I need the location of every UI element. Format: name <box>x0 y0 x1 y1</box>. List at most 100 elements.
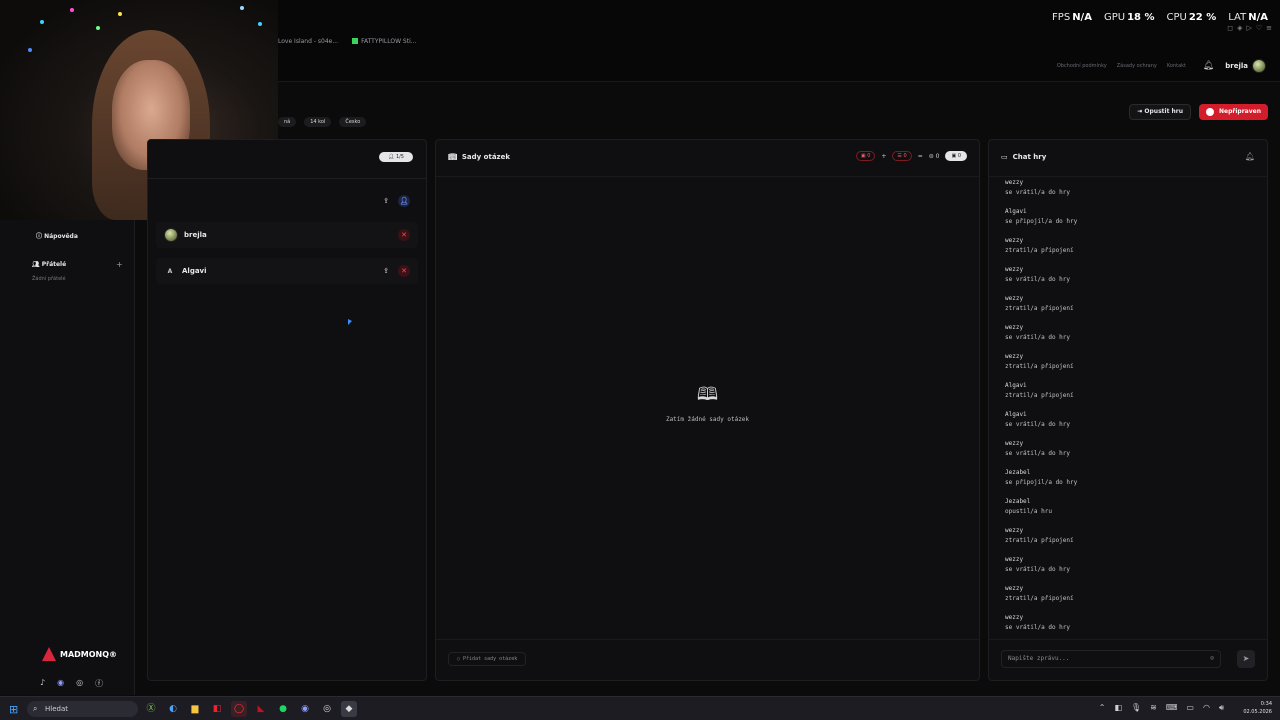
menu-icon[interactable]: ≡ <box>1266 24 1272 32</box>
brand-logo[interactable]: MADMONQ® <box>42 647 117 661</box>
chat-message-author: wezzy <box>1005 556 1024 563</box>
chat-message: Jezabel se připojil/a do hry <box>1005 466 1255 495</box>
chat-message-author: Algavi <box>1005 411 1027 418</box>
browser-tab-1[interactable]: Love Island - s04e... <box>278 38 338 45</box>
chat-message-author: wezzy <box>1005 614 1024 621</box>
stat-pill[interactable]: ▣ 0 <box>945 151 967 161</box>
chat-message-author: wezzy <box>1005 237 1024 244</box>
tiktok-icon[interactable]: ♪ <box>40 678 45 689</box>
clock-time: 0:34 <box>1260 701 1272 707</box>
sidebar-item-help[interactable]: ⓘ Nápověda <box>36 231 78 240</box>
mic-icon[interactable]: 🎙︎ <box>1131 703 1141 713</box>
game-app-icon[interactable]: ◣ <box>253 701 269 717</box>
user-icon[interactable]: 👤︎ <box>398 195 410 207</box>
user-menu[interactable]: brejla <box>1225 59 1266 73</box>
heart-icon[interactable]: ♡ <box>1256 24 1262 32</box>
kick-player-button[interactable]: ✕ <box>398 229 410 241</box>
player-row[interactable]: A Algavi ⇪ ✕ <box>156 258 418 284</box>
discord-icon[interactable]: ◉ <box>57 678 64 689</box>
divider <box>989 639 1267 640</box>
chat-message-input[interactable]: Napište zprávu... ☺ <box>1001 650 1221 668</box>
link-terms[interactable]: Obchodní podmínky <box>1057 63 1107 69</box>
pill-rounds: 14 kol <box>304 117 332 127</box>
system-tray: ⌃ ◧ 🎙︎ ≋ ⌨ ▭ ◠ 🔊︎ <box>1099 703 1224 713</box>
chat-message-text: ztratil/a připojení <box>1005 247 1074 254</box>
pill-region: Česko <box>339 117 367 127</box>
taskbar-clock[interactable]: 0:34 02.05.2026 <box>1243 700 1272 716</box>
player-row[interactable]: brejla ✕ <box>156 222 418 248</box>
emoji-icon[interactable]: ☺ <box>1210 651 1214 667</box>
footer-links: Obchodní podmínky Zásady ochrany Kontakt <box>1057 63 1186 69</box>
taskbar-apps: Ⓧ ◐ ▆ ◧ ◯ ◣ ● ◉ ◎ ◆ <box>143 701 357 717</box>
chat-message: wezzy se vrátil/a do hry <box>1005 437 1255 466</box>
instagram-icon[interactable]: ◎ <box>76 678 83 689</box>
browser-toolbar-icons: ◻ ◈ ▷ ♡ ≡ <box>1227 24 1272 32</box>
steam-icon[interactable]: ◆ <box>341 701 357 717</box>
chat-message-text: ztratil/a připojení <box>1005 595 1074 602</box>
plus-icon: + <box>881 152 887 160</box>
windows-start-icon[interactable]: ⊞ <box>9 703 18 716</box>
file-explorer-icon[interactable]: ▆ <box>187 701 203 717</box>
chat-message-text: se vrátil/a do hry <box>1005 624 1071 631</box>
display-icon[interactable]: ▭ <box>1186 703 1194 713</box>
panel-title: ▭ Chat hry <box>1001 153 1047 161</box>
send-message-button[interactable]: ➤ <box>1237 650 1255 668</box>
media-app-icon[interactable]: ◧ <box>209 701 225 717</box>
play-icon[interactable]: ▷ <box>1246 24 1251 32</box>
spotify-icon[interactable]: ● <box>275 701 291 717</box>
perf-fps: FPS N/A <box>1052 12 1092 23</box>
player-name: brejla <box>184 231 207 239</box>
chevron-up-icon[interactable]: ⌃ <box>1099 703 1106 713</box>
chat-message: Algavi ztratil/a připojení <box>1005 379 1255 408</box>
keyboard-icon[interactable]: ⌨ <box>1166 703 1178 713</box>
extension-icon[interactable]: ◻ <box>1227 24 1233 32</box>
promote-icon[interactable]: ⇪ <box>380 195 392 207</box>
social-links: ♪ ◉ ◎ ⓕ <box>40 678 103 689</box>
network-tray-icon[interactable]: ◧ <box>1114 703 1122 713</box>
panel-title: 📖︎ Sady otázek <box>448 153 511 161</box>
chat-message: Jezabel opustil/a hru <box>1005 495 1255 524</box>
ready-toggle-button[interactable]: Nepřipraven <box>1199 104 1268 120</box>
chat-message-text: ztratil/a připojení <box>1005 363 1074 370</box>
obs-icon[interactable]: ◎ <box>319 701 335 717</box>
add-friend-icon[interactable]: + <box>116 260 123 269</box>
chat-message: wezzy ztratil/a připojení <box>1005 234 1255 263</box>
sidebar: ⓘ Nápověda 👥︎ Přátelé + Žádní přátelé MA… <box>0 220 135 695</box>
empty-state: 🕮 Zatím žádné sady otázek <box>436 382 979 423</box>
messenger-icon[interactable]: ◉ <box>297 701 313 717</box>
leave-game-button[interactable]: ⇥ Opustit hru <box>1129 104 1192 120</box>
opera-gx-icon[interactable]: ◯ <box>231 701 247 717</box>
chat-message-author: wezzy <box>1005 527 1024 534</box>
wifi-icon[interactable]: ≋ <box>1150 703 1157 713</box>
kick-player-button[interactable]: ✕ <box>398 265 410 277</box>
link-contact[interactable]: Kontakt <box>1167 63 1186 69</box>
browser-tab-2[interactable]: FATTYPILLOW Sti... <box>352 38 416 45</box>
clock-date: 02.05.2026 <box>1243 709 1272 715</box>
chat-notifications-icon[interactable]: 🔔︎ <box>1245 152 1255 161</box>
notifications-bell-icon[interactable]: 🔔︎ <box>1203 61 1214 71</box>
chat-message-author: wezzy <box>1005 324 1024 331</box>
chat-message: wezzy ztratil/a připojení <box>1005 350 1255 379</box>
xbox-icon[interactable]: Ⓧ <box>143 701 159 717</box>
divider <box>148 178 426 179</box>
friends-empty-text: Žádní přátelé <box>32 276 66 282</box>
chat-message-text: se vrátil/a do hry <box>1005 276 1071 283</box>
chat-message: wezzy ztratil/a připojení <box>1005 582 1255 611</box>
browser-icon[interactable]: ◐ <box>165 701 181 717</box>
stat-badge: ▣ 0 <box>855 151 876 161</box>
chat-message: wezzy ztratil/a připojení <box>1005 524 1255 553</box>
link-privacy[interactable]: Zásady ochrany <box>1117 63 1157 69</box>
chat-message: wezzy se vrátil/a do hry <box>1005 263 1255 292</box>
chat-message: Algavi se vrátil/a do hry <box>1005 408 1255 437</box>
taskbar-search[interactable]: ⌕ Hledat <box>27 701 138 717</box>
shield-icon[interactable]: ◈ <box>1237 24 1242 32</box>
promote-icon[interactable]: ⇪ <box>380 265 392 277</box>
chat-message-author: wezzy <box>1005 353 1024 360</box>
facebook-icon[interactable]: ⓕ <box>95 678 103 689</box>
sidebar-item-friends[interactable]: 👥︎ Přátelé <box>32 261 66 268</box>
volume-icon[interactable]: 🔊︎ <box>1219 703 1224 713</box>
add-question-sets-button[interactable]: ▯ Přidat sady otázek <box>448 652 527 666</box>
chat-message-text: se vrátil/a do hry <box>1005 566 1071 573</box>
divider <box>436 639 979 640</box>
wifi-status-icon[interactable]: ◠ <box>1203 703 1210 713</box>
